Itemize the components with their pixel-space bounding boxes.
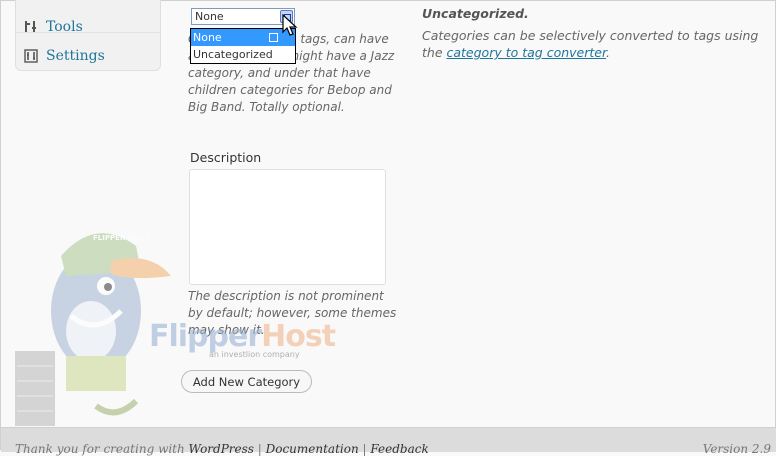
- footer-sep: |: [253, 442, 266, 456]
- admin-footer: Thank you for creating with WordPress | …: [1, 427, 776, 456]
- category-to-tag-converter-link[interactable]: category to tag converter: [447, 45, 606, 60]
- cap-brand: FLIPPER HOST: [93, 234, 150, 242]
- help-text-end: .: [605, 45, 610, 60]
- option-none[interactable]: None: [191, 29, 295, 46]
- checkbox-icon: [269, 33, 278, 42]
- footer-thanks: Thank you for creating with: [15, 442, 189, 456]
- option-uncategorized[interactable]: Uncategorized: [191, 46, 295, 63]
- wordpress-link[interactable]: WordPress: [189, 442, 254, 456]
- tools-icon: [22, 18, 40, 36]
- admin-side-menu: Tools Settings: [15, 0, 161, 71]
- option-label: Uncategorized: [193, 48, 273, 61]
- flipperhost-logo-watermark: FlipperHost an investlion company: [149, 319, 336, 359]
- divider: [16, 32, 160, 33]
- sidebar-item-tools[interactable]: Tools: [16, 13, 160, 41]
- sidebar-item-settings[interactable]: Settings: [16, 42, 160, 70]
- category-convert-help: Categories can be selectively converted …: [422, 27, 762, 61]
- feedback-link[interactable]: Feedback: [370, 442, 428, 456]
- brand-first: Flipper: [149, 319, 262, 354]
- parent-category-options[interactable]: None Uncategorized: [190, 28, 296, 64]
- parent-category-select[interactable]: None: [191, 8, 295, 25]
- description-textarea[interactable]: [189, 169, 386, 285]
- brand-second: Host: [261, 319, 336, 354]
- version-text: Version 2.9: [702, 442, 771, 456]
- settings-icon: [22, 47, 40, 65]
- brand-tagline: an investlion company: [209, 350, 300, 359]
- sidebar-item-label: Settings: [46, 48, 105, 64]
- select-value: None: [195, 10, 224, 23]
- default-category-name: Uncategorized.: [422, 6, 529, 21]
- mouse-cursor-icon: [282, 14, 298, 36]
- add-new-category-button[interactable]: Add New Category: [181, 370, 312, 393]
- option-label: None: [193, 31, 222, 44]
- description-label: Description: [190, 150, 262, 165]
- documentation-link[interactable]: Documentation: [266, 442, 359, 456]
- footer-sep: |: [358, 442, 371, 456]
